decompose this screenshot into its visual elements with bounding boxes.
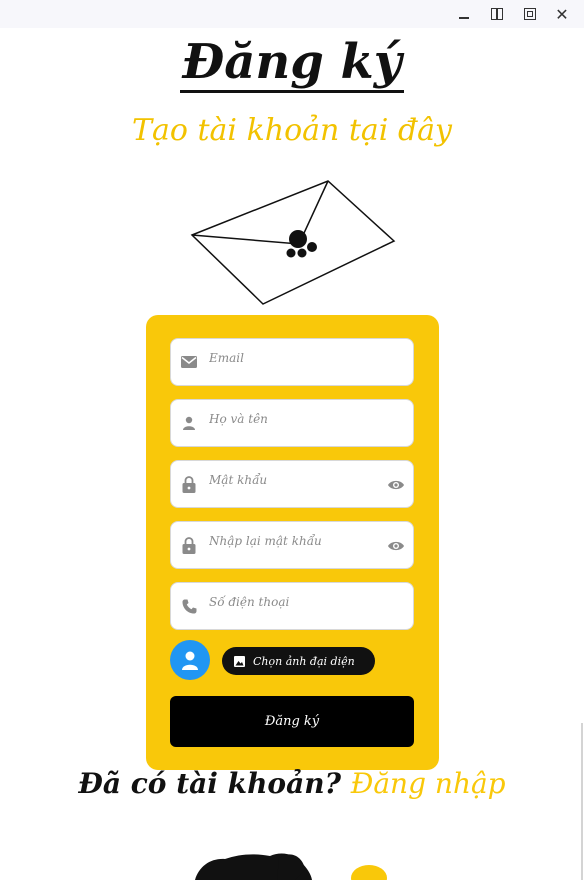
page-subtitle: Tạo tài khoản tại đây <box>132 113 452 148</box>
minimize-icon <box>459 17 469 19</box>
choose-avatar-label: Chọn ảnh đại diện <box>253 654 355 668</box>
close-icon: ✕ <box>555 4 569 24</box>
register-submit-button[interactable]: Đăng ký <box>170 696 414 747</box>
page-title: Đăng ký <box>0 34 584 93</box>
scrollbar[interactable] <box>581 723 583 880</box>
eye-icon[interactable] <box>387 537 405 555</box>
password-field[interactable] <box>170 460 414 508</box>
email-field[interactable] <box>170 338 414 386</box>
minimize-button[interactable] <box>453 4 475 24</box>
split-view-icon <box>491 8 503 20</box>
confirm-password-input[interactable] <box>207 528 379 554</box>
choose-avatar-button[interactable]: Chọn ảnh đại diện <box>222 647 375 675</box>
phone-icon <box>180 597 198 615</box>
fullname-input[interactable] <box>207 406 379 432</box>
login-prompt: Đã có tài khoản? Đăng nhập <box>0 767 584 800</box>
register-form-card: Chọn ảnh đại diện Đăng ký <box>146 315 439 770</box>
phone-field[interactable] <box>170 582 414 630</box>
envelope-illustration <box>190 180 396 305</box>
email-input[interactable] <box>207 345 379 371</box>
split-view-button[interactable] <box>486 4 508 24</box>
email-icon <box>180 353 198 371</box>
register-submit-label: Đăng ký <box>264 714 320 729</box>
mascot-illustration <box>195 853 387 880</box>
confirm-password-field[interactable] <box>170 521 414 569</box>
close-button[interactable]: ✕ <box>551 4 573 24</box>
eye-icon[interactable] <box>387 476 405 494</box>
login-link[interactable]: Đăng nhập <box>351 767 506 800</box>
lock-icon <box>180 536 198 554</box>
phone-input[interactable] <box>207 589 379 615</box>
login-question: Đã có tài khoản? <box>78 767 342 800</box>
maximize-button[interactable] <box>519 4 541 24</box>
image-icon <box>234 655 245 667</box>
lock-icon <box>180 475 198 493</box>
window-titlebar: ✕ <box>0 0 584 28</box>
person-icon <box>182 651 198 670</box>
avatar[interactable] <box>170 640 210 680</box>
password-input[interactable] <box>207 467 379 493</box>
fullname-field[interactable] <box>170 399 414 447</box>
person-icon <box>180 414 198 432</box>
maximize-icon <box>524 8 536 20</box>
